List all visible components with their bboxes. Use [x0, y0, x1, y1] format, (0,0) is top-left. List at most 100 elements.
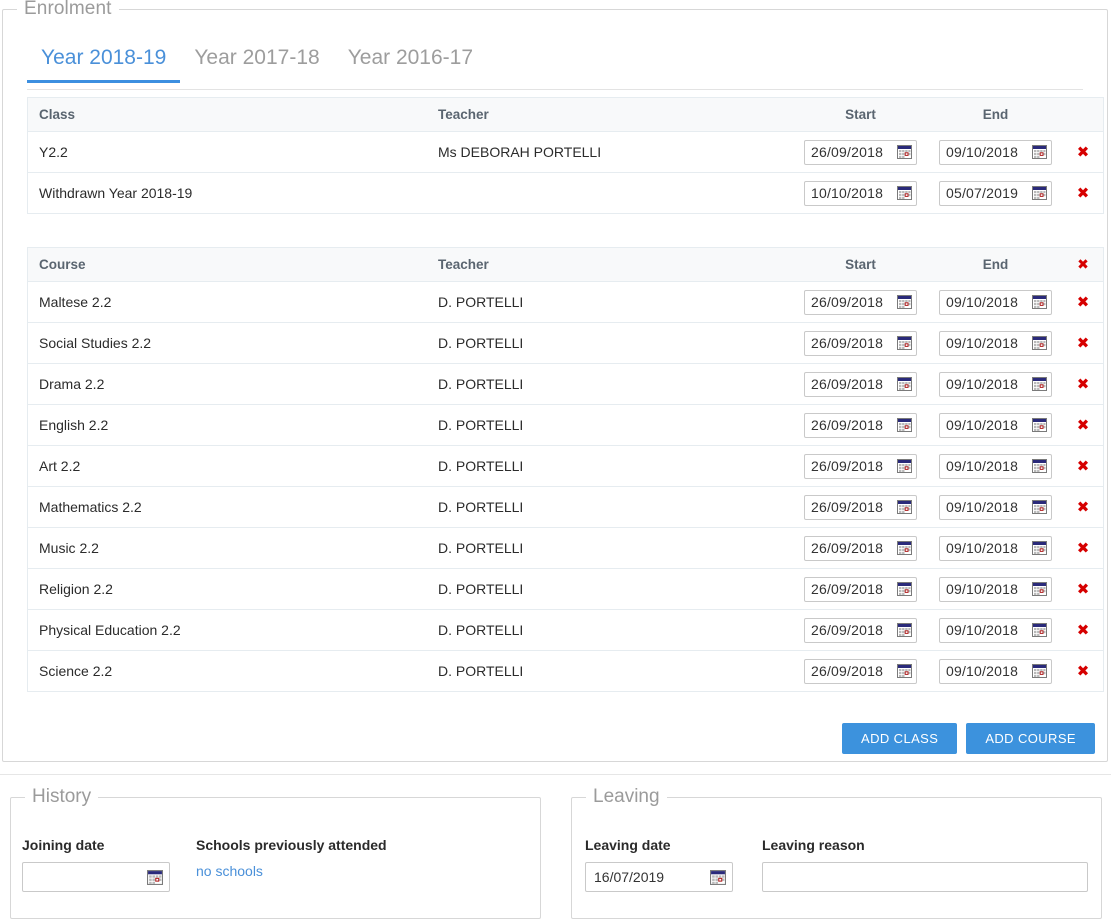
- class-name-cell: Withdrawn Year 2018-19: [27, 172, 434, 214]
- course-name-cell: English 2.2: [27, 404, 434, 446]
- course-teacher-cell: D. PORTELLI: [434, 445, 793, 487]
- course-end-date-input[interactable]: 09/10/2018: [939, 330, 1052, 356]
- date-value: 26/09/2018: [811, 417, 884, 433]
- delete-icon[interactable]: ✖: [1077, 336, 1090, 351]
- calendar-icon[interactable]: [897, 418, 912, 432]
- delete-icon[interactable]: ✖: [1077, 377, 1090, 392]
- calendar-icon[interactable]: [1032, 418, 1047, 432]
- delete-icon[interactable]: ✖: [1077, 418, 1090, 433]
- date-value: 09/10/2018: [946, 622, 1019, 638]
- course-start-date-input[interactable]: 26/09/2018: [804, 535, 917, 561]
- calendar-icon[interactable]: [1032, 664, 1047, 678]
- tab-year-2016-17[interactable]: Year 2016-17: [334, 41, 487, 83]
- course-end-cell: 09/10/2018: [928, 281, 1063, 323]
- course-start-date-input[interactable]: 26/09/2018: [804, 658, 917, 684]
- leaving-reason-field: Leaving reason: [762, 838, 1088, 892]
- course-name-cell: Maltese 2.2: [27, 281, 434, 323]
- course-end-cell: 09/10/2018: [928, 527, 1063, 569]
- course-end-date-input[interactable]: 09/10/2018: [939, 658, 1052, 684]
- delete-icon[interactable]: ✖: [1077, 459, 1090, 474]
- calendar-icon[interactable]: [897, 541, 912, 555]
- course-end-date-input[interactable]: 09/10/2018: [939, 371, 1052, 397]
- course-end-cell: 09/10/2018: [928, 322, 1063, 364]
- tab-year-2017-18[interactable]: Year 2017-18: [180, 41, 333, 83]
- delete-all-icon[interactable]: ✖: [1077, 258, 1089, 272]
- course-start-cell: 26/09/2018: [793, 404, 928, 446]
- calendar-icon[interactable]: [897, 377, 912, 391]
- course-start-cell: 26/09/2018: [793, 322, 928, 364]
- course-col-header-course: Course: [27, 247, 434, 282]
- calendar-icon[interactable]: [1032, 500, 1047, 514]
- delete-icon[interactable]: ✖: [1077, 582, 1090, 597]
- course-start-date-input[interactable]: 26/09/2018: [804, 576, 917, 602]
- date-value: 09/10/2018: [946, 144, 1019, 160]
- table-row: Social Studies 2.2 D. PORTELLI 26/09/2018 …: [27, 322, 1104, 364]
- calendar-icon[interactable]: [1032, 582, 1047, 596]
- course-start-date-input[interactable]: 26/09/2018: [804, 371, 917, 397]
- calendar-icon[interactable]: [1032, 541, 1047, 555]
- joining-date-input[interactable]: [22, 862, 170, 892]
- class-end-date-input[interactable]: 05/07/2019: [939, 180, 1052, 206]
- course-end-date-input[interactable]: 09/10/2018: [939, 535, 1052, 561]
- calendar-icon[interactable]: [1032, 186, 1047, 200]
- delete-icon[interactable]: ✖: [1077, 145, 1090, 160]
- course-delete-cell: ✖: [1063, 650, 1104, 692]
- calendar-icon[interactable]: [1032, 377, 1047, 391]
- delete-icon[interactable]: ✖: [1077, 541, 1090, 556]
- delete-icon[interactable]: ✖: [1077, 500, 1090, 515]
- class-end-date-input[interactable]: 09/10/2018: [939, 139, 1052, 165]
- delete-icon[interactable]: ✖: [1077, 186, 1090, 201]
- calendar-icon[interactable]: [710, 869, 726, 885]
- calendar-icon[interactable]: [1032, 336, 1047, 350]
- calendar-icon[interactable]: [897, 459, 912, 473]
- course-name-cell: Science 2.2: [27, 650, 434, 692]
- add-class-button[interactable]: ADD CLASS: [842, 723, 958, 754]
- course-teacher-cell: D. PORTELLI: [434, 527, 793, 569]
- course-end-date-input[interactable]: 09/10/2018: [939, 453, 1052, 479]
- calendar-icon[interactable]: [1032, 295, 1047, 309]
- class-col-header-start: Start: [793, 97, 928, 132]
- date-value: 26/09/2018: [811, 499, 884, 515]
- leaving-date-input[interactable]: 16/07/2019: [585, 862, 733, 892]
- course-end-date-input[interactable]: 09/10/2018: [939, 289, 1052, 315]
- delete-icon[interactable]: ✖: [1077, 295, 1090, 310]
- course-start-date-input[interactable]: 26/09/2018: [804, 412, 917, 438]
- calendar-icon[interactable]: [1032, 145, 1047, 159]
- course-end-date-input[interactable]: 09/10/2018: [939, 412, 1052, 438]
- delete-icon[interactable]: ✖: [1077, 623, 1090, 638]
- delete-icon[interactable]: ✖: [1077, 664, 1090, 679]
- calendar-icon[interactable]: [897, 336, 912, 350]
- course-start-date-input[interactable]: 26/09/2018: [804, 494, 917, 520]
- tab-year-2018-19[interactable]: Year 2018-19: [27, 41, 180, 83]
- add-course-button[interactable]: ADD COURSE: [966, 723, 1095, 754]
- course-start-date-input[interactable]: 26/09/2018: [804, 289, 917, 315]
- leaving-reason-input[interactable]: [762, 862, 1088, 892]
- course-end-date-input[interactable]: 09/10/2018: [939, 576, 1052, 602]
- calendar-icon[interactable]: [897, 145, 912, 159]
- table-row: Maltese 2.2 D. PORTELLI 26/09/2018 09/10/2…: [27, 281, 1104, 323]
- course-start-date-input[interactable]: 26/09/2018: [804, 330, 917, 356]
- calendar-icon[interactable]: [897, 186, 912, 200]
- calendar-icon[interactable]: [1032, 623, 1047, 637]
- schools-attended-label: Schools previously attended: [196, 837, 387, 853]
- date-value: 09/10/2018: [946, 499, 1019, 515]
- date-value: 26/09/2018: [811, 622, 884, 638]
- course-end-date-input[interactable]: 09/10/2018: [939, 494, 1052, 520]
- course-start-date-input[interactable]: 26/09/2018: [804, 617, 917, 643]
- schools-attended-link[interactable]: no schools: [196, 864, 387, 878]
- calendar-icon[interactable]: [1032, 459, 1047, 473]
- course-start-date-input[interactable]: 26/09/2018: [804, 453, 917, 479]
- calendar-icon[interactable]: [147, 869, 163, 885]
- calendar-icon[interactable]: [897, 295, 912, 309]
- class-start-date-input[interactable]: 26/09/2018: [804, 139, 917, 165]
- class-start-date-input[interactable]: 10/10/2018: [804, 180, 917, 206]
- class-name-cell: Y2.2: [27, 131, 434, 173]
- calendar-icon[interactable]: [897, 664, 912, 678]
- calendar-icon[interactable]: [897, 582, 912, 596]
- course-name-cell: Religion 2.2: [27, 568, 434, 610]
- calendar-icon[interactable]: [897, 623, 912, 637]
- calendar-icon[interactable]: [897, 500, 912, 514]
- history-panel: History Joining date Schools previously …: [10, 786, 541, 919]
- section-divider: [0, 774, 1111, 775]
- course-end-date-input[interactable]: 09/10/2018: [939, 617, 1052, 643]
